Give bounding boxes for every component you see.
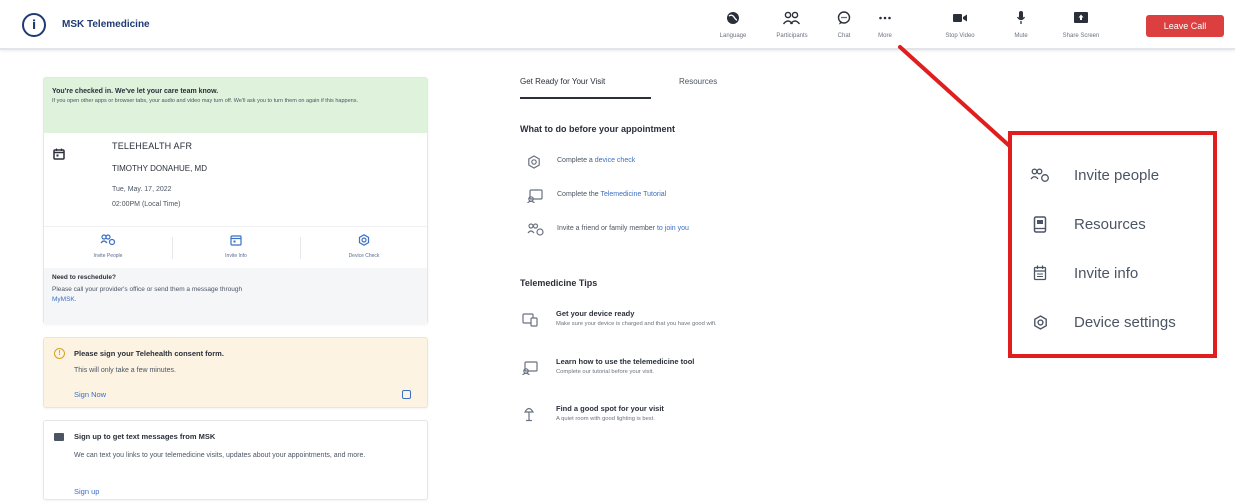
- more-label: More: [878, 33, 892, 39]
- menu-item-label: Invite people: [1074, 166, 1160, 184]
- share-screen-button[interactable]: Share Screen: [1053, 8, 1109, 39]
- sms-text: We can text you links to your telemedici…: [74, 452, 366, 459]
- sms-sign-up-link[interactable]: Sign up: [74, 487, 99, 496]
- globe-icon: [705, 8, 761, 28]
- device-check-action[interactable]: Device Check: [300, 233, 428, 259]
- tutorial-icon: [522, 361, 538, 380]
- devices-icon: [522, 313, 538, 332]
- todo-prefix: Complete the: [557, 191, 601, 198]
- todo-text: Complete the Telemedicine Tutorial: [557, 191, 666, 198]
- reschedule-section: Need to reschedule? Please call your pro…: [44, 268, 427, 324]
- tab-get-ready[interactable]: Get Ready for Your Visit: [520, 77, 605, 86]
- book-icon: [1030, 215, 1050, 233]
- join-you-link[interactable]: to join you: [657, 225, 689, 232]
- external-link-icon[interactable]: [402, 390, 411, 399]
- device-check-link[interactable]: device check: [595, 157, 635, 164]
- menu-item-invite-info[interactable]: Invite info: [1030, 258, 1210, 288]
- participants-label: Participants: [776, 33, 808, 39]
- device-check-icon: [300, 233, 428, 251]
- tip-title: Learn how to use the telemedicine tool: [556, 357, 695, 366]
- gear-icon: [1030, 314, 1050, 330]
- share-screen-label: Share Screen: [1062, 33, 1100, 39]
- sign-now-link[interactable]: Sign Now: [74, 390, 106, 399]
- reschedule-body: Please call your provider's office or se…: [52, 286, 243, 293]
- checkin-banner-text: If you open other apps or browser tabs, …: [52, 98, 358, 104]
- consent-title: Please sign your Telehealth consent form…: [74, 349, 224, 358]
- top-bar: i MSK Telemedicine Language Participants…: [0, 0, 1235, 50]
- more-button[interactable]: More: [857, 8, 913, 39]
- app-title: MSK Telemedicine: [62, 19, 150, 30]
- appointment-date: Tue, May. 17, 2022: [112, 186, 172, 193]
- invite-people-icon: [1030, 168, 1050, 183]
- telemedicine-tutorial-link[interactable]: Telemedicine Tutorial: [600, 191, 666, 198]
- tip-title: Find a good spot for your visit: [556, 404, 664, 413]
- sms-signup-card: Sign up to get text messages from MSK We…: [43, 420, 428, 500]
- consent-card: ! Please sign your Telehealth consent fo…: [43, 337, 428, 408]
- reschedule-text: Please call your provider's office or se…: [52, 285, 419, 305]
- quick-actions: Invite People Invite Info Device Check: [44, 226, 427, 266]
- invite-info-action-label: Invite Info: [225, 253, 247, 259]
- lamp-icon: [523, 406, 535, 427]
- menu-item-label: Device settings: [1074, 313, 1176, 331]
- stop-video-button[interactable]: Stop Video: [932, 8, 988, 39]
- invite-people-action[interactable]: Invite People: [44, 233, 172, 259]
- todo-text: Complete a device check: [557, 157, 635, 164]
- gear-icon: [527, 155, 541, 174]
- invite-info-icon: [172, 233, 300, 251]
- menu-item-label: Invite info: [1074, 264, 1139, 282]
- doctor-name: TIMOTHY DONAHUE, MD: [112, 164, 207, 173]
- reschedule-title: Need to reschedule?: [52, 274, 116, 281]
- msk-logo-icon: i: [22, 13, 46, 37]
- participants-button[interactable]: Participants: [764, 8, 820, 39]
- todo-prefix: Complete a: [557, 157, 595, 164]
- tip-text: Complete our tutorial before your visit.: [556, 369, 654, 375]
- microphone-icon: [993, 8, 1049, 28]
- tab-resources[interactable]: Resources: [679, 77, 717, 86]
- checkin-banner: You're checked in. We've let your care t…: [44, 78, 427, 133]
- more-dots-icon: [857, 8, 913, 28]
- calendar-icon: [53, 147, 65, 165]
- menu-item-device-settings[interactable]: Device settings: [1030, 307, 1210, 337]
- mymsk-link[interactable]: MyMSK.: [52, 296, 77, 303]
- people-icon: [764, 8, 820, 28]
- mute-button[interactable]: Mute: [993, 8, 1049, 39]
- invite-people-icon: [527, 223, 545, 242]
- tip-text: Make sure your device is charged and tha…: [556, 321, 717, 327]
- menu-item-resources[interactable]: Resources: [1030, 209, 1210, 239]
- checkin-banner-title: You're checked in. We've let your care t…: [52, 88, 219, 95]
- consent-text: This will only take a few minutes.: [74, 367, 176, 374]
- video-camera-icon: [932, 8, 988, 28]
- tutorial-icon: [527, 189, 543, 208]
- checkin-card: You're checked in. We've let your care t…: [43, 77, 428, 324]
- language-label: Language: [719, 33, 747, 39]
- device-check-action-label: Device Check: [348, 253, 380, 259]
- tips-section-title: Telemedicine Tips: [520, 278, 598, 288]
- sms-title: Sign up to get text messages from MSK: [74, 432, 216, 441]
- todo-prefix: Invite a friend or family member: [557, 225, 657, 232]
- appointment-time: 02:00PM (Local Time): [112, 201, 181, 208]
- more-menu-popup: Invite people Resources Invite info Devi…: [1008, 131, 1217, 358]
- tip-title: Get your device ready: [556, 309, 635, 318]
- invite-info-action[interactable]: Invite Info: [172, 233, 300, 259]
- todo-section-title: What to do before your appointment: [520, 124, 675, 134]
- leave-call-button[interactable]: Leave Call: [1146, 15, 1224, 37]
- tip-text: A quiet room with good lighting is best.: [556, 416, 655, 422]
- active-tab-indicator: [520, 97, 651, 99]
- mute-label: Mute: [1014, 33, 1028, 39]
- menu-item-label: Resources: [1074, 215, 1146, 233]
- stop-video-label: Stop Video: [945, 33, 975, 39]
- message-icon: [54, 433, 64, 441]
- menu-item-invite-people[interactable]: Invite people: [1030, 160, 1210, 190]
- invite-people-action-label: Invite People: [93, 253, 123, 259]
- todo-text: Invite a friend or family member to join…: [557, 225, 689, 232]
- share-screen-icon: [1053, 8, 1109, 28]
- calendar-icon: [1030, 265, 1050, 281]
- language-button[interactable]: Language: [705, 8, 761, 39]
- invite-people-icon: [44, 233, 172, 251]
- appointment-name: TELEHEALTH AFR: [112, 141, 193, 151]
- warning-icon: !: [54, 348, 65, 359]
